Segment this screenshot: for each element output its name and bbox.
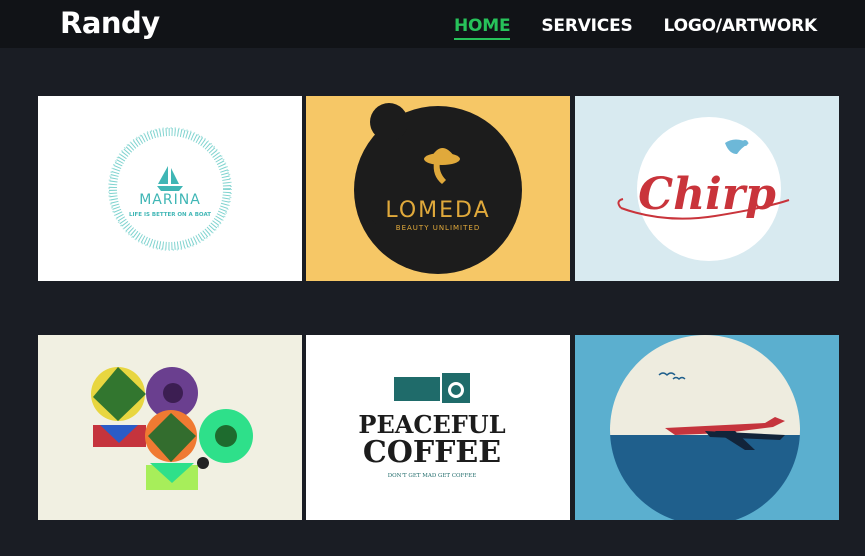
marina-logo-image: MARINA LIFE IS BETTER ON A BOAT [38, 96, 302, 281]
lomeda-title: LOMEDA [385, 198, 490, 223]
portfolio-item-lomeda[interactable]: LOMEDA BEAUTY UNLIMITED [306, 96, 570, 281]
camera-cup-icon [394, 373, 470, 403]
lomeda-tagline: BEAUTY UNLIMITED [396, 224, 480, 232]
lomeda-logo-image: LOMEDA BEAUTY UNLIMITED [306, 96, 570, 281]
coffee-tagline: DON'T GET MAD GET COFFEE [388, 473, 476, 479]
portfolio-item-airplane[interactable] [575, 335, 839, 520]
main-nav: HOME SERVICES LOGO/ARTWORK [453, 18, 818, 40]
marina-tagline: LIFE IS BETTER ON A BOAT [129, 212, 211, 218]
nav-home[interactable]: HOME [453, 18, 511, 40]
portfolio-item-peaceful-coffee[interactable]: PEACEFUL COFFEE DON'T GET MAD GET COFFEE [306, 335, 570, 520]
chirp-title: Chirp [638, 169, 776, 220]
nav-logo-artwork[interactable]: LOGO/ARTWORK [664, 18, 818, 40]
nav-services[interactable]: SERVICES [541, 18, 632, 40]
chirp-logo-image: Chirp [575, 96, 839, 281]
portfolio-item-marina[interactable]: MARINA LIFE IS BETTER ON A BOAT [38, 96, 302, 281]
marina-title: MARINA [139, 192, 201, 208]
coffee-title: COFFEE [363, 435, 501, 470]
portfolio-item-geometric[interactable] [38, 335, 302, 520]
airplane-illustration-image [575, 335, 839, 520]
peaceful-coffee-logo-image: PEACEFUL COFFEE DON'T GET MAD GET COFFEE [306, 335, 570, 520]
top-navbar: Randy HOME SERVICES LOGO/ARTWORK [0, 0, 865, 48]
geometric-logo-image [38, 335, 302, 520]
brand-logo[interactable]: Randy [60, 9, 160, 38]
portfolio-item-chirp[interactable]: Chirp [575, 96, 839, 281]
